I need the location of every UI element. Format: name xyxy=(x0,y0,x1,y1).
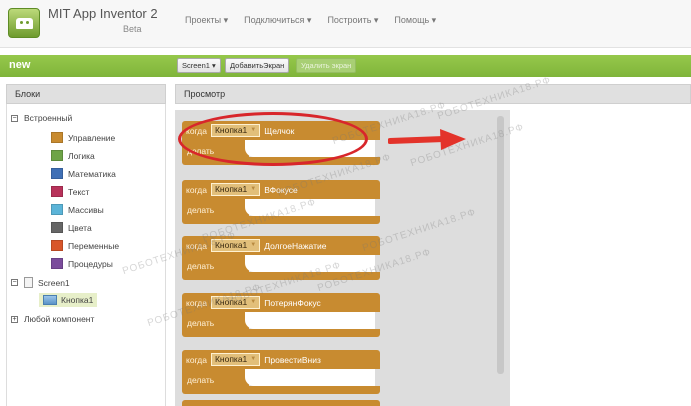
tree-item-variables[interactable]: Переменные xyxy=(51,240,119,251)
block-when-label: когда xyxy=(186,184,207,195)
lists-color-icon xyxy=(51,204,63,215)
screen-icon xyxy=(24,277,33,288)
add-screen-button[interactable]: ДобавитьЭкран xyxy=(225,58,290,73)
tree-component-button1[interactable]: Кнопка1 xyxy=(39,293,98,307)
dropdown-arrow-icon: ▼ xyxy=(250,186,257,192)
tree-item-math[interactable]: Математика xyxy=(51,168,116,179)
block-do-label: делать xyxy=(187,261,215,271)
do-slot[interactable] xyxy=(245,312,375,329)
block-event-label: ДолгоеНажатие xyxy=(264,240,327,251)
blocks-panel-title: Блоки xyxy=(6,84,166,104)
component-dropdown-label: Кнопка1 xyxy=(214,354,248,364)
highlight-ellipse xyxy=(178,112,368,166)
tree-component-label: Кнопка1 xyxy=(61,295,94,305)
menu-connect[interactable]: Подключиться ▾ xyxy=(244,15,311,26)
tree-item-label: Цвета xyxy=(68,222,92,233)
button-component-icon xyxy=(43,295,57,305)
tree-item-label: Математика xyxy=(68,168,116,179)
tree-item-text[interactable]: Текст xyxy=(51,186,89,197)
block-bottom xyxy=(245,386,380,394)
block-do-label: делать xyxy=(187,318,215,328)
block-event-label: ПровестиВниз xyxy=(264,354,321,365)
tree-item-lists[interactable]: Массивы xyxy=(51,204,104,215)
logic-color-icon xyxy=(51,150,63,161)
control-color-icon xyxy=(51,132,63,143)
event-block-partial[interactable] xyxy=(182,400,380,406)
component-dropdown[interactable]: Кнопка1 ▼ xyxy=(210,353,261,366)
tree-item-logic[interactable]: Логика xyxy=(51,150,95,161)
do-slot[interactable] xyxy=(245,369,375,386)
collapse-icon[interactable]: − xyxy=(11,114,18,122)
remove-screen-button[interactable]: Удалить экран xyxy=(296,58,357,73)
block-do-label: делать xyxy=(187,205,215,215)
app-inventor-logo-icon[interactable] xyxy=(8,8,40,38)
colors-color-icon xyxy=(51,222,63,233)
flyout-scrollbar[interactable] xyxy=(497,116,504,374)
top-bar: MIT App Inventor 2 Beta Проекты ▾ Подклю… xyxy=(0,0,691,48)
tree-builtin-label: Встроенный xyxy=(24,113,73,123)
top-menu: Проекты ▾ Подключиться ▾ Построить ▾ Пом… xyxy=(185,15,452,26)
event-block-touchdown[interactable]: когда Кнопка1 ▼ ПровестиВниз делать xyxy=(182,350,380,394)
blocks-tree: − Встроенный Управление Логика Математик… xyxy=(6,104,166,406)
red-arrow-icon xyxy=(388,129,466,150)
menu-help[interactable]: Помощь ▾ xyxy=(394,15,436,26)
tree-screen[interactable]: − Screen1 xyxy=(11,277,70,288)
app-title: MIT App Inventor 2 xyxy=(48,6,158,21)
variables-color-icon xyxy=(51,240,63,251)
tree-any-component[interactable]: + Любой компонент xyxy=(11,314,94,324)
component-dropdown[interactable]: Кнопка1 ▼ xyxy=(210,183,261,196)
block-event-label: ПотерянФокус xyxy=(264,297,321,308)
screen-select-button[interactable]: Screen1 ▾ xyxy=(177,58,221,73)
text-color-icon xyxy=(51,186,63,197)
block-when-label: когда xyxy=(186,354,207,365)
tree-item-label: Массивы xyxy=(68,204,104,215)
menu-projects[interactable]: Проекты ▾ xyxy=(185,15,228,26)
tree-item-label: Текст xyxy=(68,186,90,197)
tree-item-label: Процедуры xyxy=(68,258,113,269)
block-bottom xyxy=(245,329,380,337)
dropdown-arrow-icon: ▼ xyxy=(250,242,257,248)
menu-build[interactable]: Построить ▾ xyxy=(327,15,378,26)
tree-item-label: Переменные xyxy=(68,240,120,251)
tree-builtin[interactable]: − Встроенный xyxy=(11,113,72,123)
math-color-icon xyxy=(51,168,63,179)
project-toolbar: new Screen1 ▾ ДобавитьЭкран Удалить экра… xyxy=(0,55,691,77)
block-do-label: делать xyxy=(187,375,215,385)
collapse-icon[interactable]: − xyxy=(11,279,18,286)
tree-item-control[interactable]: Управление xyxy=(51,132,115,143)
procedures-color-icon xyxy=(51,258,63,269)
tree-item-procedures[interactable]: Процедуры xyxy=(51,258,113,269)
viewer-panel-title: Просмотр xyxy=(175,84,691,104)
expand-icon[interactable]: + xyxy=(11,315,18,323)
tree-screen-label: Screen1 xyxy=(38,277,70,288)
tree-item-label: Логика xyxy=(68,150,95,161)
component-dropdown-label: Кнопка1 xyxy=(214,184,248,194)
tree-item-label: Управление xyxy=(68,132,116,143)
project-name: new xyxy=(9,59,31,71)
app-version: Beta xyxy=(123,24,142,34)
tree-any-component-label: Любой компонент xyxy=(24,314,95,324)
tree-item-colors[interactable]: Цвета xyxy=(51,222,92,233)
dropdown-arrow-icon: ▼ xyxy=(250,356,257,362)
